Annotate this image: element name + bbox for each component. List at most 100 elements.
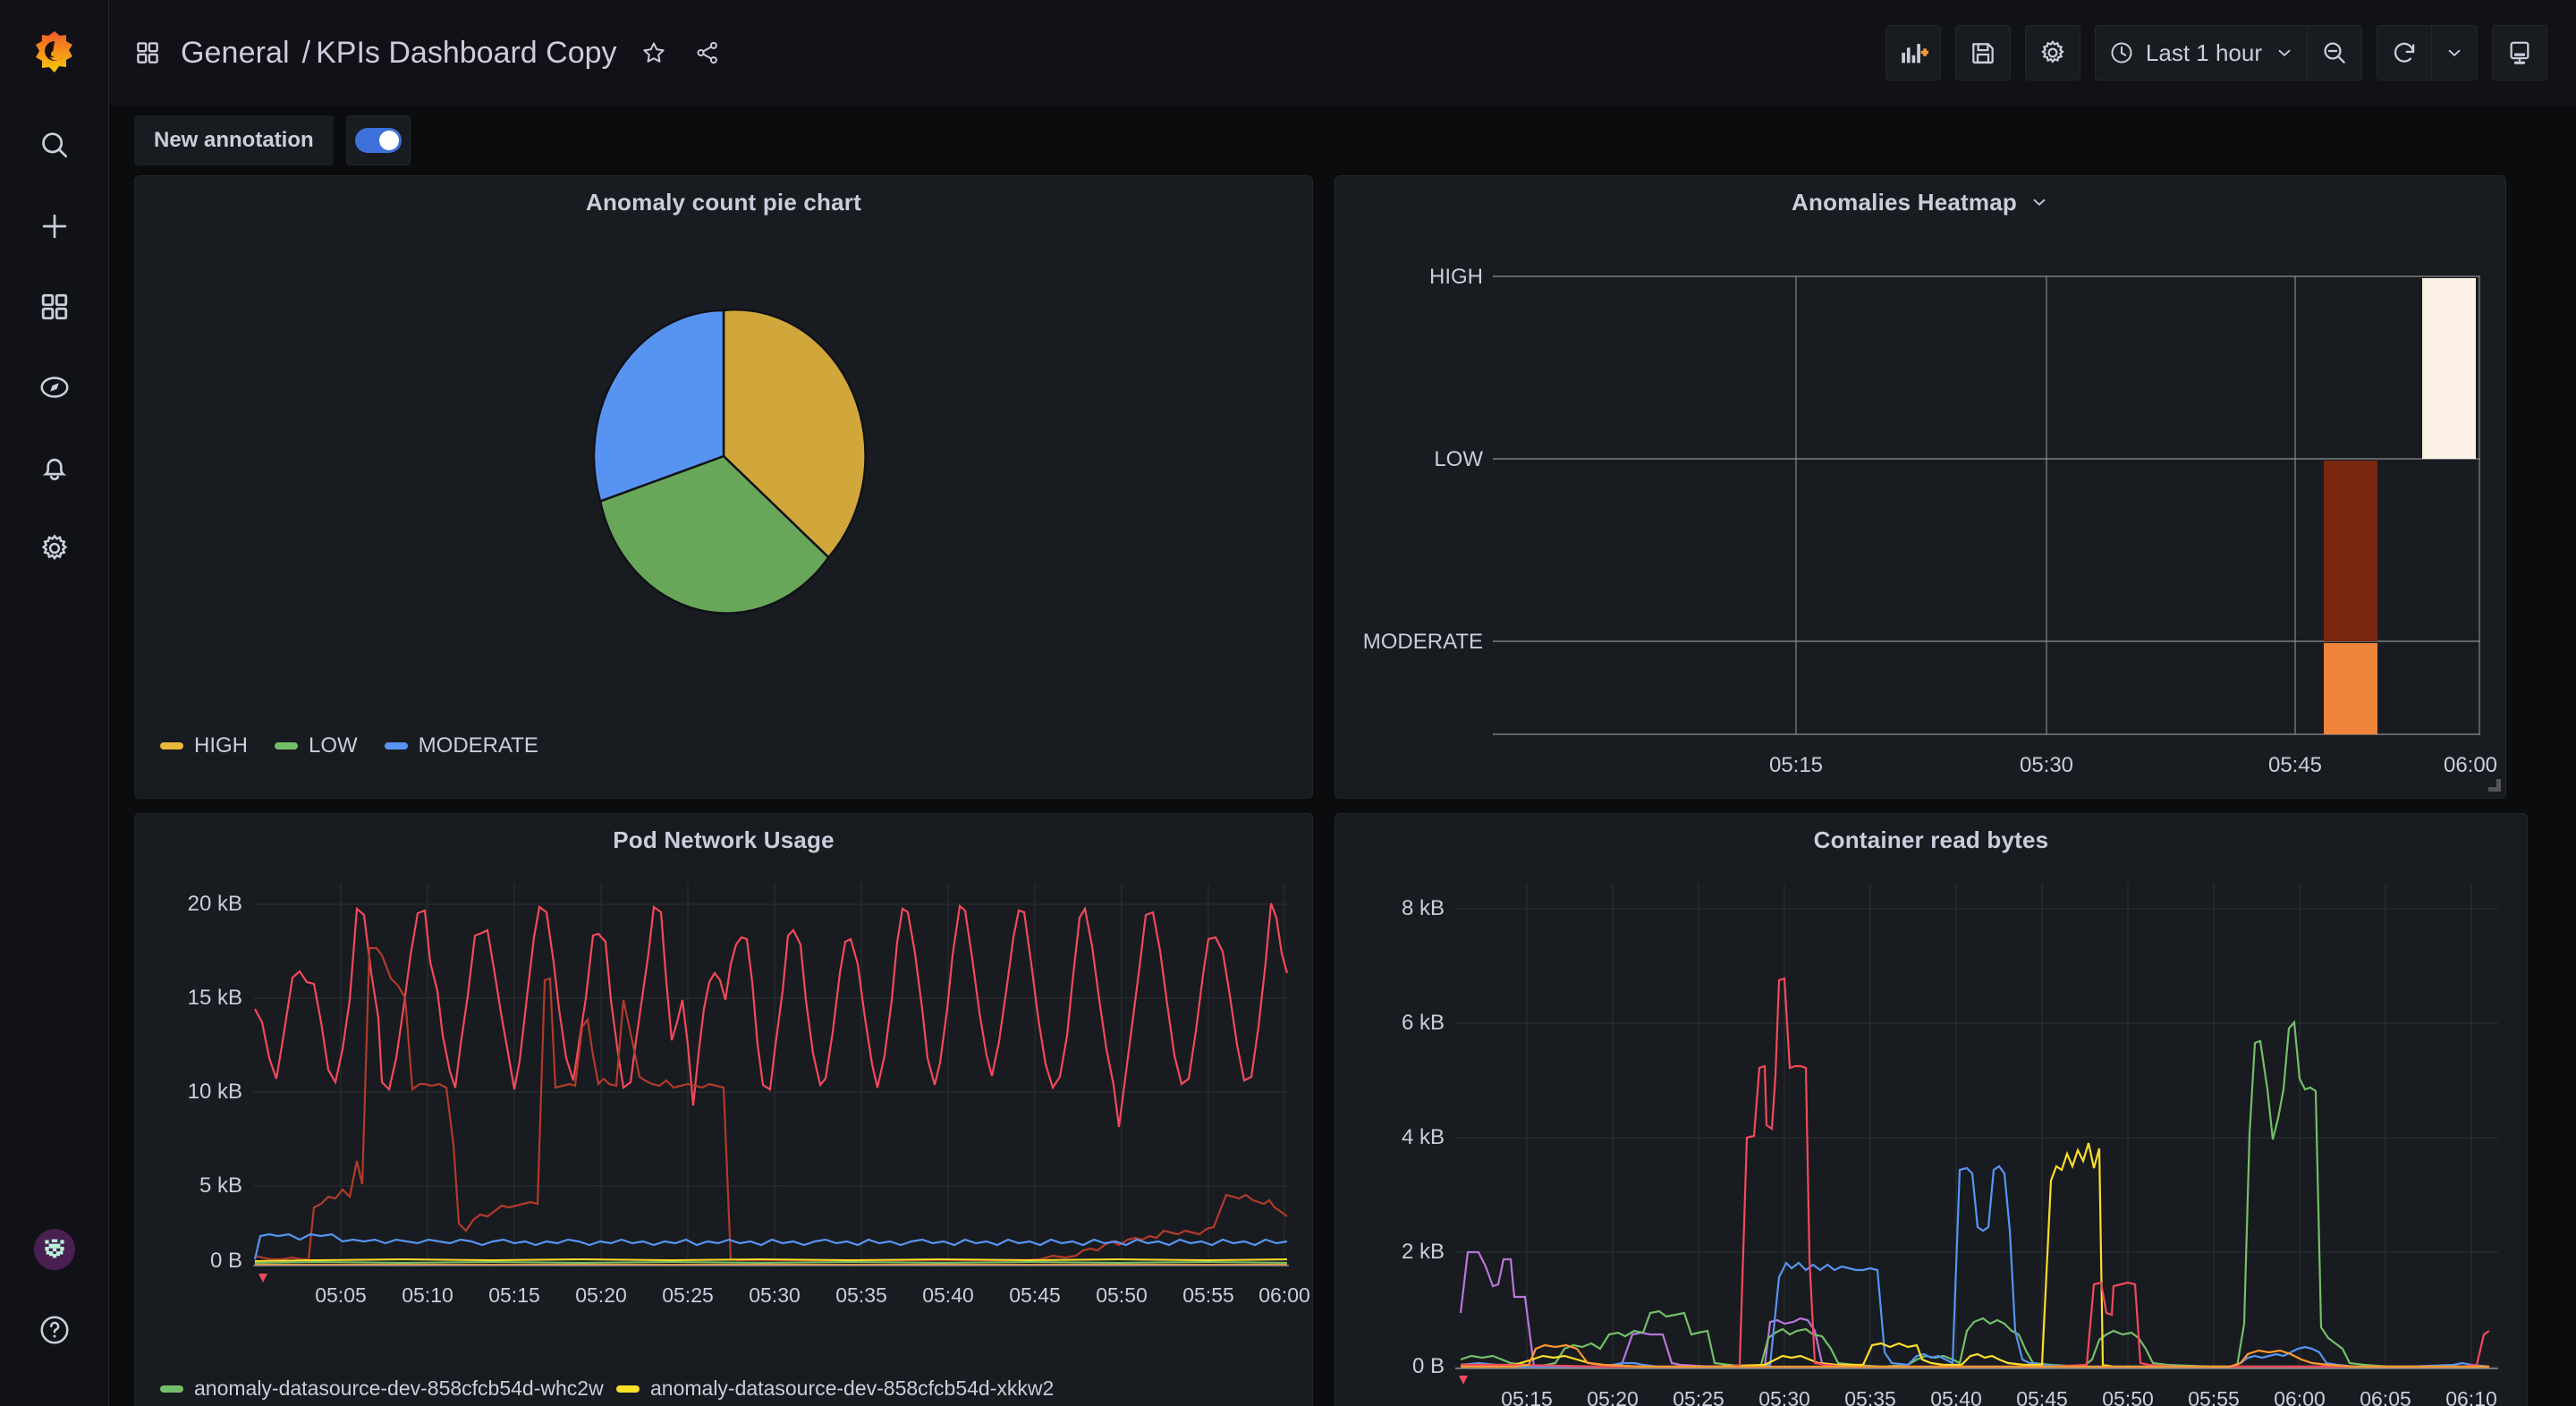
- x-tick: 05:30: [1758, 1387, 1810, 1406]
- x-tick: 05:50: [1096, 1283, 1148, 1307]
- heatmap-xtick: 05:15: [1769, 753, 1823, 777]
- annotation-toggle[interactable]: [345, 115, 411, 165]
- legend-swatch: [160, 1385, 183, 1393]
- tv-icon: [2510, 41, 2529, 64]
- legend-item-moderate[interactable]: MODERATE: [384, 733, 538, 758]
- legend-swatch: [616, 1385, 640, 1393]
- annotation-marker[interactable]: [258, 1274, 267, 1283]
- legend-label: HIGH: [194, 733, 248, 758]
- heatmap-body: HIGH LOW MODERATE 05:15 05:30 05:45 06:0…: [1335, 228, 2505, 796]
- heatmap-xtick: 05:45: [2268, 753, 2322, 777]
- panel-header[interactable]: Anomalies Heatmap: [1335, 176, 2505, 228]
- legend-item-high[interactable]: HIGH: [160, 733, 248, 758]
- legend-item-xkkw2[interactable]: anomaly-datasource-dev-858cfcb54d-xkkw2: [616, 1376, 1312, 1401]
- heatmap-cell-low[interactable]: [2324, 461, 2377, 641]
- container-read-bytes-svg: 8 kB 6 kB 4 kB 2 kB 0 B 05:15 05:20 05:2…: [1402, 884, 2498, 1406]
- refresh-interval-dropdown[interactable]: [2431, 26, 2477, 80]
- sidebar-item-alerting[interactable]: [0, 428, 109, 508]
- dashboard-submenu: New annotation: [109, 106, 2576, 175]
- legend-item-whc2w[interactable]: anomaly-datasource-dev-858cfcb54d-whc2w: [160, 1376, 604, 1401]
- save-icon: [1972, 43, 1994, 64]
- x-tick: 05:50: [2102, 1387, 2154, 1406]
- save-dashboard-button[interactable]: [1954, 25, 2011, 80]
- legend-label: anomaly-datasource-dev-858cfcb54d-xkkw2: [650, 1376, 1055, 1400]
- breadcrumb-separator: /: [301, 35, 311, 70]
- heatmap-svg: HIGH LOW MODERATE 05:15 05:30 05:45 06:0…: [1363, 265, 2497, 777]
- panel-header[interactable]: Pod Network Usage: [135, 814, 1312, 866]
- sidebar-nav: [0, 106, 108, 589]
- y-tick: 4 kB: [1402, 1125, 1445, 1149]
- heatmap-cell-high[interactable]: [2422, 278, 2476, 459]
- refresh-controls: [2377, 25, 2478, 80]
- panel-title: Pod Network Usage: [613, 826, 835, 853]
- x-tick: 06:10: [2445, 1387, 2497, 1406]
- chevron-down-icon: [2033, 199, 2046, 206]
- chevron-down-icon: [2448, 49, 2461, 56]
- sidebar-item-help[interactable]: [0, 1290, 109, 1370]
- pod-network-usage-svg: 20 kB 15 kB 10 kB 5 kB 0 B 05:05 05:10 0…: [188, 884, 1310, 1307]
- x-tick: 05:25: [662, 1283, 714, 1307]
- dashboard-topbar: General / KPIs Dashboard Copy Last 1 hou…: [109, 0, 2576, 106]
- panel-title: Anomaly count pie chart: [586, 188, 861, 216]
- sidebar-bottom-nav: [0, 1209, 109, 1406]
- zoom-out-icon: [2324, 42, 2345, 64]
- annotation-toggle-label: New annotation: [134, 115, 334, 165]
- star-dashboard-button[interactable]: [640, 39, 667, 66]
- x-tick: 05:30: [749, 1283, 801, 1307]
- x-tick: 05:35: [1844, 1387, 1896, 1406]
- y-tick: 10 kB: [188, 1080, 242, 1104]
- sidebar-item-search[interactable]: [0, 106, 109, 186]
- sidebar-item-configuration[interactable]: [0, 508, 109, 589]
- dashboard-settings-button[interactable]: [2024, 25, 2080, 80]
- panel-menu-button[interactable]: [2029, 192, 2049, 212]
- dashboard-toolbar: Last 1 hour: [1885, 25, 2547, 80]
- x-tick: 05:45: [2016, 1387, 2068, 1406]
- plus-icon: [42, 214, 66, 239]
- panel-title: Container read bytes: [1813, 826, 2049, 853]
- panel-resize-handle[interactable]: [2487, 777, 2501, 792]
- heatmap-ylabel-low: LOW: [1434, 447, 1483, 471]
- main-sidebar: [0, 0, 109, 1406]
- sidebar-item-user[interactable]: [0, 1209, 109, 1290]
- sidebar-item-explore[interactable]: [0, 347, 109, 428]
- y-tick: 6 kB: [1402, 1011, 1445, 1035]
- pie-chart-svg: [592, 309, 867, 614]
- crb-grid: [1455, 884, 2498, 1368]
- dashboard-grid-icon: [134, 39, 161, 66]
- y-tick: 0 B: [210, 1249, 242, 1273]
- pod-network-usage-legend: anomaly-datasource-dev-858cfcb54d-whc2w …: [135, 1371, 1312, 1406]
- series-line-red: [1461, 977, 2490, 1368]
- annotation-marker[interactable]: [1459, 1376, 1468, 1385]
- share-dashboard-button[interactable]: [694, 39, 721, 66]
- grafana-logo[interactable]: [0, 0, 108, 106]
- sidebar-item-dashboards[interactable]: [0, 267, 109, 347]
- sidebar-item-create[interactable]: [0, 186, 109, 267]
- legend-label: MODERATE: [418, 733, 538, 758]
- panel-header[interactable]: Container read bytes: [1335, 814, 2527, 866]
- share-icon: [697, 41, 717, 64]
- series-line-dark-red: [254, 946, 1288, 1262]
- add-panel-button[interactable]: [1885, 25, 1941, 80]
- pod-grid: [253, 884, 1289, 1262]
- time-range-picker[interactable]: Last 1 hour: [2096, 26, 2307, 80]
- heatmap-cell-moderate[interactable]: [2324, 643, 2377, 734]
- y-tick: 0 B: [1412, 1354, 1445, 1378]
- y-tick: 5 kB: [199, 1173, 242, 1198]
- pod-network-usage-body: 20 kB 15 kB 10 kB 5 kB 0 B 05:05 05:10 0…: [135, 866, 1312, 1406]
- refresh-dashboard-button[interactable]: [2377, 26, 2431, 80]
- page-title[interactable]: KPIs Dashboard Copy: [316, 36, 616, 71]
- grafana-app: General / KPIs Dashboard Copy Last 1 hou…: [0, 0, 2576, 1406]
- series-line-purple: [1459, 1250, 2489, 1368]
- bell-icon: [42, 458, 66, 480]
- legend-item-low[interactable]: LOW: [275, 733, 358, 758]
- avatar: [33, 1229, 75, 1270]
- kiosk-mode-button[interactable]: [2492, 25, 2547, 80]
- panel-header[interactable]: Anomaly count pie chart: [135, 176, 1312, 228]
- breadcrumb-folder[interactable]: General: [181, 36, 290, 71]
- time-range-label: Last 1 hour: [2145, 38, 2262, 66]
- x-tick: 05:55: [2188, 1387, 2240, 1406]
- x-tick: 05:05: [315, 1283, 367, 1307]
- y-tick: 8 kB: [1402, 896, 1445, 920]
- gear-icon: [2041, 39, 2064, 64]
- zoom-out-time-range-button[interactable]: [2307, 26, 2361, 80]
